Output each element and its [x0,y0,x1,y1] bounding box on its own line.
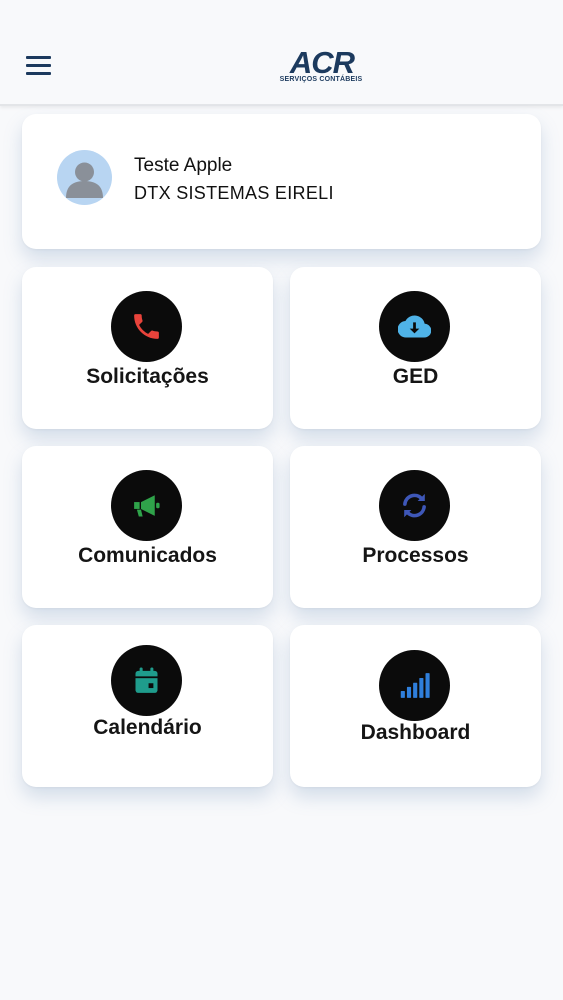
processos-icon-circle [379,470,450,541]
tile-label: Solicitações [86,365,209,388]
signal-bars-icon [400,673,430,698]
logo-subtitle: SERVIÇOS CONTÁBEIS [279,76,363,83]
profile-card[interactable]: Teste Apple DTX SISTEMAS EIRELI [22,114,541,249]
tile-calendario[interactable]: Calendário [22,625,273,787]
company-name: DTX SISTEMAS EIRELI [134,183,334,203]
cloud-download-icon [398,315,431,338]
tile-dashboard[interactable]: Dashboard [290,625,541,787]
tile-processos[interactable]: Processos [290,446,541,608]
tile-label: Calendário [93,716,202,739]
calendar-icon [135,667,158,693]
megaphone-icon [134,495,160,517]
calendario-icon-circle [111,645,182,716]
tile-comunicados[interactable]: Comunicados [22,446,273,608]
solicitacoes-icon-circle [111,291,182,362]
tile-label: Dashboard [360,721,471,744]
phone-icon [134,314,159,339]
user-avatar-icon [57,150,112,205]
sync-icon [403,493,426,518]
user-name: Teste Apple [134,155,233,176]
logo-mark: ACR [289,45,357,80]
app-header: ACR SERVIÇOS CONTÁBEIS [0,0,563,106]
ged-icon-circle [379,291,450,362]
tile-ged[interactable]: GED [290,267,541,429]
menu-button[interactable] [22,52,56,78]
hamburger-menu-icon [26,56,51,59]
comunicados-icon-circle [111,470,182,541]
dashboard-icon-circle [379,650,450,721]
svg-text:ACR: ACR [289,46,356,78]
tile-label: GED [392,365,439,388]
acr-logo: ACR SERVIÇOS CONTÁBEIS [276,45,368,86]
tile-label: Comunicados [78,544,217,567]
tile-solicitacoes[interactable]: Solicitações [22,267,273,429]
tile-label: Processos [362,544,469,567]
